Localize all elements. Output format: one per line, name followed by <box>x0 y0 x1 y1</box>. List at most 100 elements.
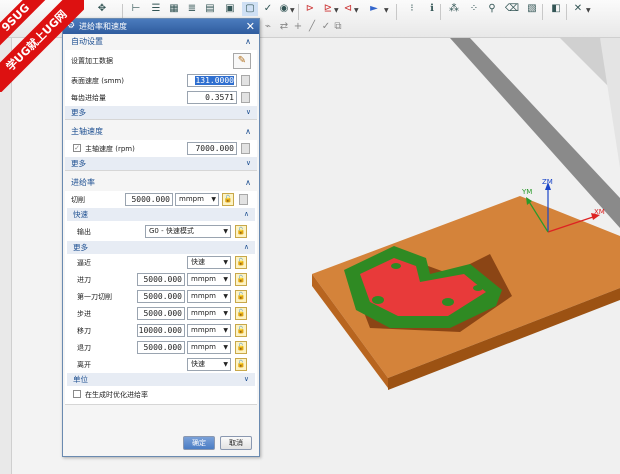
image-icon[interactable]: ▧ <box>524 2 540 16</box>
toolbar-separator <box>298 4 299 20</box>
toolbar-separator <box>440 4 441 20</box>
feed-rate-row: 退刀 5000.000 mmpm ▼ 🔓 <box>65 339 257 356</box>
feed-rate-lock-button[interactable]: 🔓 <box>235 358 247 371</box>
z-axis-label: ZM <box>542 178 553 186</box>
path-edit-dropdown-icon[interactable]: ▼ <box>334 7 339 14</box>
feed-per-tooth-input[interactable]: 0.3571 <box>187 91 237 104</box>
list-icon[interactable]: ⁝ <box>404 2 420 16</box>
chevron-down-icon: ▼ <box>223 276 228 283</box>
scatter-icon[interactable]: ⁘ <box>466 2 482 16</box>
cut-feed-calc-button[interactable] <box>239 194 248 205</box>
auto-settings-header[interactable]: 自动设置 ∧ <box>65 34 257 50</box>
feed-rate-unit-select[interactable]: mmpm ▼ <box>187 290 231 303</box>
feed-per-tooth-calc-button[interactable] <box>241 92 250 103</box>
lock-icon: 🔓 <box>236 227 246 235</box>
feed-more-rows: 逼近 快速 ▼ 🔓 进刀 5000.000 mmpm ▼ 🔓 第一刀切削 5000.000 mmpm ▼… <box>65 254 257 373</box>
feed-rate-mode-select[interactable]: 快速 ▼ <box>187 358 231 371</box>
globe-dropdown-icon[interactable]: ▼ <box>290 7 295 14</box>
feed-rate-lock-button[interactable]: 🔓 <box>235 273 247 286</box>
feed-rate-input[interactable]: 5000.000 <box>137 290 185 303</box>
path-icon[interactable]: ⊳ <box>302 2 318 16</box>
feed-rate-lock-button[interactable]: 🔓 <box>235 307 247 320</box>
feed-rate-unit-select[interactable]: mmpm ▼ <box>187 273 231 286</box>
feed-rate-lock-button[interactable]: 🔓 <box>235 256 247 269</box>
rapid-output-select[interactable]: G0 - 快速模式 ▼ <box>145 225 231 238</box>
chevron-down-icon: ∨ <box>245 108 251 116</box>
verify-icon[interactable]: ► <box>366 2 382 16</box>
lock-icon: 🔓 <box>236 275 246 283</box>
feed-per-tooth-row: 每齿进给量 0.3571 <box>65 89 257 106</box>
chevron-down-icon: ▼ <box>211 196 216 203</box>
cut-feed-unit-select[interactable]: mmpm ▼ <box>175 193 219 206</box>
tool-icon[interactable]: ⌁ <box>260 20 276 34</box>
check-icon[interactable]: ✓ <box>260 2 276 16</box>
feed-rate-lock-button[interactable]: 🔓 <box>235 324 247 337</box>
optimize-feed-checkbox[interactable] <box>73 390 81 398</box>
feed-rate-unit-select[interactable]: mmpm ▼ <box>187 341 231 354</box>
spindle-group: ✓ 主轴速度 (rpm) 7000.000 更多 ∨ <box>65 140 257 171</box>
dialog-title: 进给率和速度 <box>79 22 127 31</box>
feed-rates-header[interactable]: 进给率 ∧ <box>65 175 257 191</box>
lock-icon: 🔓 <box>223 195 233 203</box>
rapid-header[interactable]: 快速 ∧ <box>67 208 255 221</box>
units-header[interactable]: 单位 ∨ <box>67 373 255 386</box>
spindle-header[interactable]: 主轴速度 ∧ <box>65 124 257 140</box>
hole-2 <box>442 298 454 306</box>
feed-rate-input[interactable]: 5000.000 <box>137 273 185 286</box>
spindle-speed-checkbox[interactable]: ✓ <box>73 144 81 152</box>
document-icon[interactable]: ▣ <box>222 2 238 16</box>
spindle-speed-input[interactable]: 7000.000 <box>187 142 237 155</box>
chevron-up-icon: ∧ <box>243 210 249 218</box>
feed-more-header[interactable]: 更多 ∧ <box>67 241 255 254</box>
feed-rate-row: 第一刀切削 5000.000 mmpm ▼ 🔓 <box>65 288 257 305</box>
frame-icon[interactable]: ▢ <box>242 2 258 16</box>
model-view <box>312 38 620 390</box>
lock-icon: 🔓 <box>236 292 246 300</box>
chevron-down-icon: ▼ <box>223 361 228 368</box>
feed-rate-lock-button[interactable]: 🔓 <box>235 290 247 303</box>
surface-speed-input[interactable]: 131.0000 <box>187 74 237 87</box>
book-icon[interactable]: ◧ <box>548 2 564 16</box>
move-icon[interactable]: ✥ <box>94 2 110 16</box>
grid-icon[interactable]: ▦ <box>166 2 182 16</box>
feed-rate-unit-select[interactable]: mmpm ▼ <box>187 324 231 337</box>
tool-path-dropdown-icon[interactable]: ▼ <box>354 7 359 14</box>
set-machining-data-button[interactable]: ✎ <box>233 53 251 69</box>
info-icon[interactable]: ℹ <box>424 2 440 16</box>
verify-dropdown-icon[interactable]: ▼ <box>384 7 389 14</box>
lock-icon: 🔓 <box>236 360 246 368</box>
feed-rate-input[interactable]: 5000.000 <box>137 341 185 354</box>
lock-icon: 🔓 <box>236 326 246 334</box>
feed-rate-unit-select[interactable]: mmpm ▼ <box>187 307 231 320</box>
optimize-feed-row: 在生成时优化进给率 <box>65 386 257 404</box>
cluster-icon[interactable]: ⁂ <box>446 2 462 16</box>
feed-rate-row: 移刀 10000.000 mmpm ▼ 🔓 <box>65 322 257 339</box>
feed-rate-lock-button[interactable]: 🔓 <box>235 341 247 354</box>
eraser-icon[interactable]: ⌫ <box>504 2 520 16</box>
hole-1 <box>372 296 384 304</box>
close-dropdown-icon[interactable]: ▼ <box>586 7 591 14</box>
stack-icon[interactable]: ☰ <box>148 2 164 16</box>
feed-rate-input[interactable]: 10000.000 <box>137 324 185 337</box>
feed-rate-mode-select[interactable]: 快速 ▼ <box>187 256 231 269</box>
graphics-viewport[interactable]: ZM YM XM <box>260 38 620 474</box>
cut-feed-lock-button[interactable]: 🔓 <box>222 193 234 206</box>
pin-icon[interactable]: ⚲ <box>484 2 500 16</box>
auto-more-header[interactable]: 更多 ∨ <box>65 106 257 119</box>
ok-button[interactable]: 确定 <box>183 436 215 450</box>
cut-feed-input[interactable]: 5000.000 <box>125 193 173 206</box>
copy-icon[interactable]: ⧉ <box>330 20 346 34</box>
feed-rate-input[interactable]: 5000.000 <box>137 307 185 320</box>
rows-icon[interactable]: ≣ <box>184 2 200 16</box>
close-button[interactable]: ✕ <box>246 19 255 34</box>
surface-speed-calc-button[interactable] <box>241 75 250 86</box>
spindle-speed-calc-button[interactable] <box>241 143 250 154</box>
rapid-output-lock-button[interactable]: 🔓 <box>235 225 247 238</box>
table-icon[interactable]: ▤ <box>202 2 218 16</box>
chevron-up-icon: ∧ <box>245 127 251 136</box>
close-icon[interactable]: ✕ <box>570 2 586 16</box>
align-left-icon[interactable]: ⊢ <box>128 2 144 16</box>
dialog-title-bar[interactable]: ⚙ 进给率和速度 ✕ <box>63 19 259 34</box>
cancel-button[interactable]: 取消 <box>220 436 252 450</box>
spindle-more-header[interactable]: 更多 ∨ <box>65 157 257 170</box>
